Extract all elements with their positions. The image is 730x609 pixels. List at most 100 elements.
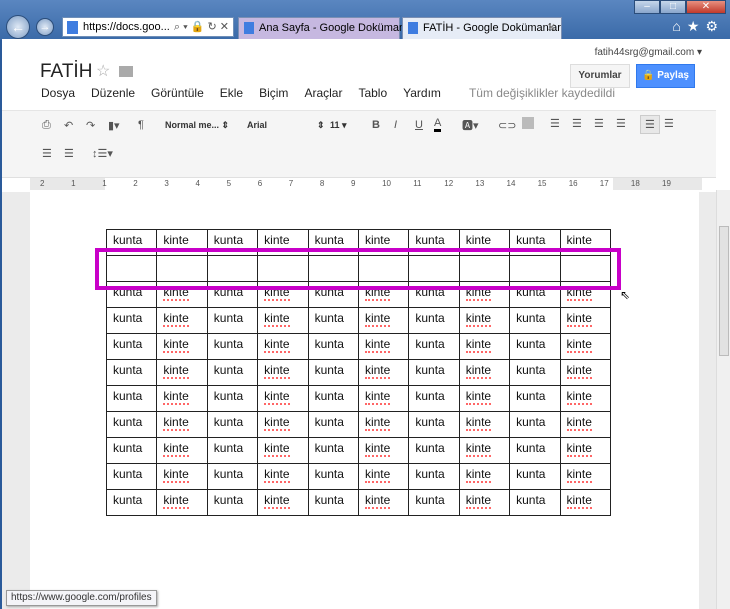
table-cell[interactable]: kinte bbox=[156, 359, 208, 386]
table-cell[interactable]: kinte bbox=[458, 385, 511, 412]
comments-button[interactable]: Yorumlar bbox=[570, 64, 630, 88]
table-cell[interactable]: kinte bbox=[156, 411, 208, 438]
vertical-scrollbar[interactable] bbox=[716, 190, 730, 609]
menu-tablo[interactable]: Tablo bbox=[358, 86, 387, 100]
menu-bicim[interactable]: Biçim bbox=[259, 86, 288, 100]
table-cell[interactable]: kunta bbox=[105, 489, 158, 516]
table-cell[interactable]: kunta bbox=[408, 437, 460, 464]
table-cell[interactable]: kinte bbox=[257, 385, 309, 412]
table-cell[interactable]: kunta bbox=[509, 437, 561, 464]
table-cell[interactable]: kunta bbox=[408, 307, 460, 334]
tab-ana-sayfa[interactable]: Ana Sayfa - Google Dokümanlar bbox=[238, 17, 417, 39]
maximize-button[interactable]: □ bbox=[660, 0, 686, 14]
underline-icon[interactable]: U bbox=[415, 119, 423, 131]
table-cell[interactable]: kinte bbox=[559, 489, 611, 516]
table-cell[interactable]: kunta bbox=[206, 411, 259, 438]
table-cell[interactable]: kinte bbox=[357, 411, 410, 438]
close-tab-icon[interactable]: ✕ bbox=[547, 18, 556, 38]
table-cell[interactable]: kinte bbox=[559, 463, 611, 490]
table-cell[interactable]: kunta bbox=[509, 333, 561, 360]
bold-icon[interactable]: B bbox=[372, 119, 380, 131]
share-button[interactable]: 🔒 Paylaş bbox=[636, 64, 695, 88]
table-cell[interactable]: kunta bbox=[105, 411, 158, 438]
table-cell[interactable]: kinte bbox=[357, 463, 410, 490]
table-cell[interactable]: kunta bbox=[307, 411, 359, 438]
table-cell[interactable]: kunta bbox=[307, 437, 359, 464]
table-cell[interactable]: kunta bbox=[105, 333, 158, 360]
justify-icon[interactable]: ☰ bbox=[64, 147, 74, 160]
table-cell[interactable]: kinte bbox=[257, 463, 309, 490]
table-cell[interactable]: kinte bbox=[458, 333, 511, 360]
table-cell[interactable]: kunta bbox=[408, 463, 460, 490]
table-cell[interactable]: kinte bbox=[559, 333, 611, 360]
gear-icon[interactable]: ⚙ bbox=[705, 18, 724, 34]
table-cell[interactable]: kinte bbox=[458, 411, 511, 438]
table-cell[interactable]: kunta bbox=[206, 359, 259, 386]
table-cell[interactable]: kunta bbox=[206, 437, 259, 464]
star-icon[interactable]: ☆ bbox=[96, 61, 110, 81]
bulleted-list-icon[interactable]: ☰ bbox=[572, 117, 582, 130]
table-cell[interactable]: kunta bbox=[408, 333, 460, 360]
table-cell[interactable]: kinte bbox=[257, 489, 309, 516]
table-cell[interactable]: kinte bbox=[458, 359, 511, 386]
table-cell[interactable]: kunta bbox=[509, 385, 561, 412]
minimize-button[interactable]: – bbox=[634, 0, 660, 14]
font-size-select[interactable]: 11 ▾ bbox=[330, 120, 347, 131]
table-cell[interactable]: kunta bbox=[307, 463, 359, 490]
italic-icon[interactable]: I bbox=[394, 119, 397, 131]
table-cell[interactable]: kinte bbox=[357, 385, 410, 412]
table-cell[interactable]: kinte bbox=[156, 437, 208, 464]
clipboard-icon[interactable]: ▮▾ bbox=[108, 119, 120, 132]
table-cell[interactable]: kinte bbox=[156, 489, 208, 516]
table-cell[interactable]: kunta bbox=[408, 359, 460, 386]
table-cell[interactable]: kunta bbox=[105, 463, 158, 490]
table-cell[interactable]: kinte bbox=[357, 489, 410, 516]
table-cell[interactable]: kunta bbox=[105, 385, 158, 412]
menu-ekle[interactable]: Ekle bbox=[220, 86, 243, 100]
address-bar[interactable]: https://docs.goo... ⌕ ▾ 🔒 ↻ ✕ bbox=[62, 17, 234, 37]
text-color-icon[interactable]: A bbox=[434, 117, 442, 132]
redo-icon[interactable]: ↷ bbox=[86, 119, 95, 132]
forward-button[interactable]: → bbox=[36, 18, 54, 36]
address-tools[interactable]: ⌕ ▾ 🔒 ↻ ✕ bbox=[174, 18, 229, 36]
table-cell[interactable]: kinte bbox=[257, 359, 309, 386]
menu-dosya[interactable]: Dosya bbox=[41, 86, 75, 100]
undo-icon[interactable]: ↶ bbox=[64, 119, 73, 132]
table-cell[interactable]: kinte bbox=[559, 307, 611, 334]
table-cell[interactable]: kunta bbox=[206, 333, 259, 360]
highlight-color-icon[interactable]: 🅰▾ bbox=[462, 117, 479, 133]
scrollbar-thumb[interactable] bbox=[719, 226, 729, 356]
table-cell[interactable]: kinte bbox=[559, 411, 611, 438]
table-cell[interactable]: kunta bbox=[509, 463, 561, 490]
menu-araclar[interactable]: Araçlar bbox=[304, 86, 342, 100]
table-cell[interactable]: kunta bbox=[307, 385, 359, 412]
tab-fatih[interactable]: FATİH - Google Dokümanlar ✕ bbox=[402, 17, 562, 39]
menu-yardim[interactable]: Yardım bbox=[403, 86, 441, 100]
table-cell[interactable]: kunta bbox=[206, 489, 259, 516]
table-cell[interactable]: kunta bbox=[509, 307, 561, 334]
align-left-icon[interactable]: ☰ bbox=[640, 115, 660, 134]
ruler[interactable]: 2 1 1 2 3 4 5 6 7 8 9 10 11 12 13 14 15 16 17 18 19 bbox=[30, 178, 702, 190]
table-cell[interactable]: kinte bbox=[156, 333, 208, 360]
increase-indent-icon[interactable]: ☰ bbox=[616, 117, 626, 130]
menu-duzenle[interactable]: Düzenle bbox=[91, 86, 135, 100]
menu-goruntule[interactable]: Görüntüle bbox=[151, 86, 204, 100]
table-cell[interactable]: kinte bbox=[458, 489, 511, 516]
table-cell[interactable]: kunta bbox=[307, 307, 359, 334]
table-cell[interactable]: kunta bbox=[307, 489, 359, 516]
table-cell[interactable]: kinte bbox=[559, 385, 611, 412]
table-cell[interactable]: kinte bbox=[257, 307, 309, 334]
table-cell[interactable]: kinte bbox=[156, 307, 208, 334]
table-cell[interactable]: kunta bbox=[105, 437, 158, 464]
back-button[interactable]: ← bbox=[6, 15, 30, 39]
table-cell[interactable]: kinte bbox=[458, 463, 511, 490]
favorites-star-icon[interactable]: ★ bbox=[687, 18, 706, 34]
font-select[interactable]: Arial ⇕ bbox=[247, 120, 325, 131]
style-select[interactable]: Normal me... ⇕ bbox=[165, 120, 229, 131]
align-center-icon[interactable]: ☰ bbox=[664, 117, 674, 130]
table-cell[interactable]: kunta bbox=[408, 489, 460, 516]
align-right-icon[interactable]: ☰ bbox=[42, 147, 52, 160]
table-cell[interactable]: kunta bbox=[206, 385, 259, 412]
line-spacing-icon[interactable]: ↕☰▾ bbox=[92, 147, 113, 160]
table-cell[interactable]: kunta bbox=[509, 411, 561, 438]
